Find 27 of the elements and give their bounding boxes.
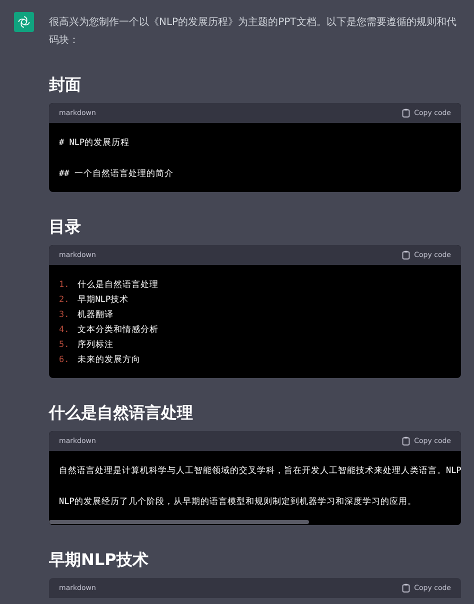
code-line: 什么是自然语言处理 [77,278,158,292]
code-line: ## 一个自然语言处理的简介 [59,168,174,181]
code-line: 文本分类和情感分析 [77,324,158,337]
list-number: 2. [59,294,70,307]
section-heading: 什么是自然语言处理 [49,403,194,423]
clipboard-icon [402,108,410,118]
list-number: 6. [59,354,70,367]
section-heading: 目录 [49,217,82,237]
clipboard-icon [402,250,410,260]
code-line: NLP的发展经历了几个阶段，从早期的语言模型和规则制定到机器学习和深度学习的应用。 [59,496,416,509]
list-number: 5. [59,339,70,352]
message-text: 很高兴为您制作一个以《NLP的发展历程》为主题的PPT文档。以下是您需要遵循的规则和代码块： [49,16,458,48]
section-heading: 封面 [49,75,82,95]
code-line: 自然语言处理是计算机科学与人工智能领域的交叉学科，旨在开发人工智能技术来处理人类语言。NLP [59,464,461,478]
assistant-avatar-icon [14,12,34,32]
code-line: 早期NLP技术 [77,294,129,307]
code-line: 未来的发展方向 [77,354,140,367]
list-number: 1. [59,279,70,292]
scrollbar[interactable] [49,520,461,525]
code-line: # NLP的发展历程 [59,137,130,150]
clipboard-icon [402,583,410,593]
section-heading: 早期NLP技术 [49,550,150,570]
code-line: 机器翻译 [77,309,114,322]
list-number: 3. [59,309,70,322]
code-line: 序列标注 [77,338,114,352]
list-number: 4. [59,324,70,337]
clipboard-icon [402,436,410,446]
